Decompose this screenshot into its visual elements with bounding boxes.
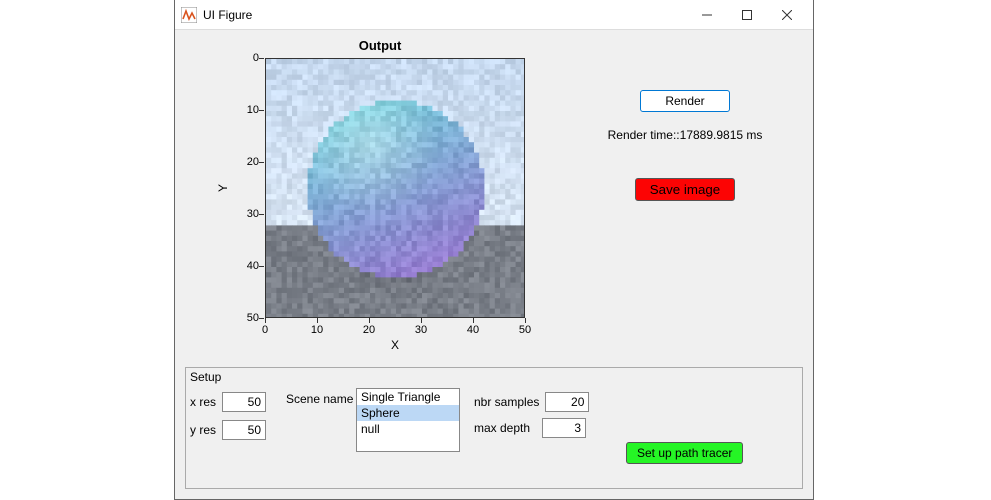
xres-label: x res [190,395,216,409]
chart-title: Output [225,38,535,53]
x-tick-label: 50 [519,324,531,336]
x-tick-label: 10 [311,324,323,336]
close-button[interactable] [767,0,807,30]
nbr-samples-input[interactable] [545,392,589,412]
scene-option[interactable]: null [357,421,459,437]
setup-panel-title: Setup [190,370,221,384]
max-depth-input[interactable] [542,418,586,438]
x-tick-label: 40 [467,324,479,336]
scene-listbox[interactable]: Single TriangleSpherenull [356,388,460,452]
x-ticks: 01020304050 [265,320,525,338]
setup-panel: Setup x res y res Scene name Single Tria… [185,367,803,489]
xres-input[interactable] [222,392,266,412]
y-tick-label: 50 [247,312,259,324]
x-tick-label: 20 [363,324,375,336]
y-tick-label: 20 [247,156,259,168]
y-tick-label: 40 [247,260,259,272]
scene-option[interactable]: Sphere [357,405,459,421]
app-window: UI Figure Output Y 01020304050 010203040… [174,0,814,500]
window-title: UI Figure [203,8,252,22]
scene-option[interactable]: Single Triangle [357,389,459,405]
titlebar: UI Figure [175,0,813,30]
x-tick-label: 0 [262,324,268,336]
app-icon [181,7,197,23]
yres-input[interactable] [222,420,266,440]
save-image-button[interactable]: Save image [635,178,735,201]
nbr-samples-label: nbr samples [474,395,539,409]
render-button[interactable]: Render [640,90,730,112]
maximize-button[interactable] [727,0,767,30]
render-image [265,58,525,318]
yres-label: y res [190,423,216,437]
setup-path-tracer-button[interactable]: Set up path tracer [626,442,743,464]
max-depth-label: max depth [474,421,530,435]
y-tick-label: 30 [247,208,259,220]
render-time-label: Render time::17889.9815 ms [575,128,795,142]
x-axis-label: X [265,338,525,352]
minimize-button[interactable] [687,0,727,30]
scene-name-label: Scene name [286,392,353,406]
output-axes: Y 01020304050 01020304050 X [225,58,535,378]
x-tick-label: 30 [415,324,427,336]
y-tick-label: 10 [247,104,259,116]
y-ticks: 01020304050 [225,58,263,318]
